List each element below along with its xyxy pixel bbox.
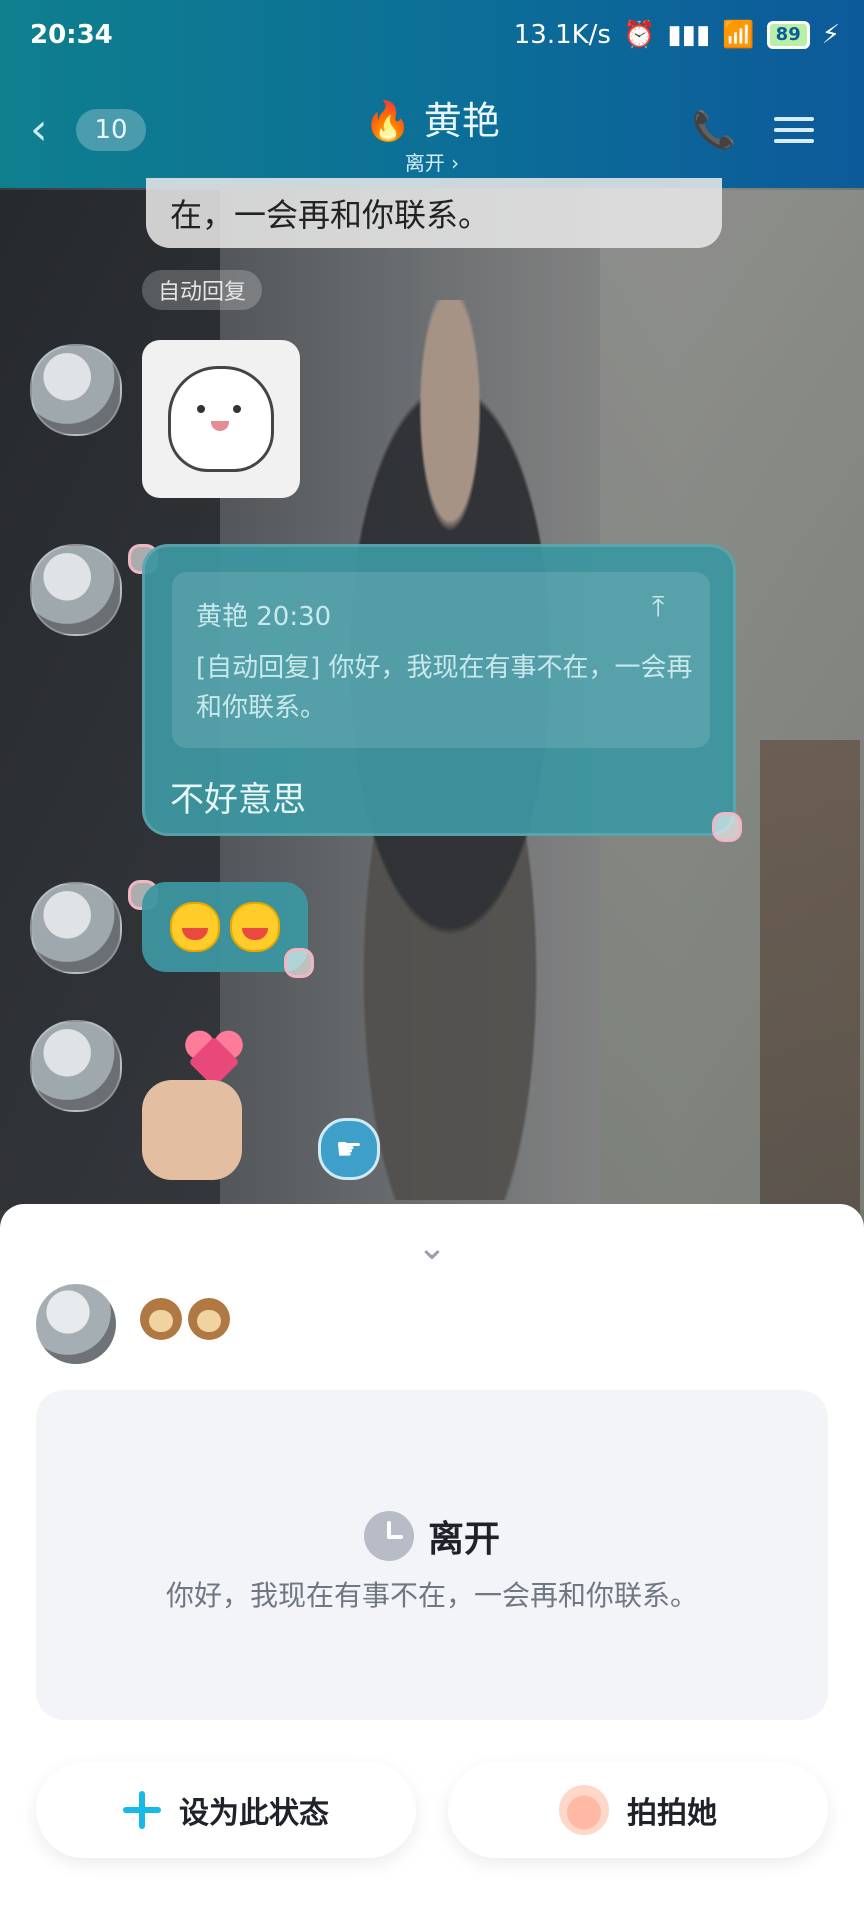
poke-button[interactable]: 拍拍她 [448, 1762, 828, 1858]
status-emoji [140, 1298, 230, 1340]
avatar[interactable] [36, 1284, 116, 1364]
sticker-character-icon [168, 366, 274, 472]
laughing-emoji-icon [230, 902, 280, 952]
plus-icon [123, 1791, 161, 1829]
contact-name: 黄艳 [423, 99, 500, 143]
status-message: 你好，我现在有事不在，一会再和你联系。 [165, 1579, 698, 1612]
clock-icon [363, 1511, 414, 1561]
clap-icon [559, 1785, 609, 1835]
wifi-icon: 📶 [722, 20, 755, 50]
bubble-decoration-icon [284, 948, 314, 978]
sticker-message[interactable] [142, 340, 300, 498]
alarm-icon: ⏰ [622, 20, 656, 50]
phone-icon[interactable]: 📞 [690, 106, 738, 154]
monkey-icon [140, 1298, 182, 1340]
avatar[interactable] [30, 1020, 122, 1112]
monkey-icon [188, 1298, 230, 1340]
status-line: 离开 [0, 1510, 864, 1562]
quote-text: [自动回复] 你好，我现在有事不在，一会再和你联系。 [196, 653, 693, 723]
set-status-label: 设为此状态 [179, 1796, 329, 1831]
finger-heart-sticker[interactable] [140, 1020, 260, 1180]
charging-icon: ⚡ [821, 20, 840, 50]
menu-icon[interactable] [770, 106, 818, 154]
avatar[interactable] [30, 882, 122, 974]
heart-icon [178, 1024, 250, 1084]
status-title: 离开 [427, 1519, 500, 1560]
poke-label: 拍拍她 [627, 1796, 717, 1831]
reply-text: 不好意思 [170, 780, 306, 820]
flame-icon: 🔥 [364, 99, 412, 143]
battery-icon: 89 [766, 21, 810, 49]
signal-icon: ▮▮▮ [667, 20, 711, 50]
quote-sender-time: 黄艳 20:30 [196, 602, 332, 632]
avatar[interactable] [30, 544, 122, 636]
avatar[interactable] [30, 344, 122, 436]
jump-to-original-icon[interactable]: ⤒ [652, 590, 686, 624]
message-bubble[interactable]: 在，一会再和你联系。 [146, 178, 722, 248]
network-speed: 13.1K/s [513, 20, 611, 50]
status-icons: 13.1K/s ⏰ ▮▮▮ 📶 89 ⚡ [514, 20, 840, 50]
set-status-button[interactable]: 设为此状态 [36, 1762, 416, 1858]
poke-icon[interactable]: ☛ [318, 1118, 380, 1180]
collapse-chevron-icon[interactable]: ⌄ [392, 1227, 472, 1268]
bubble-decoration-icon [712, 812, 742, 842]
hand-icon [142, 1080, 242, 1180]
status-time: 20:34 [30, 20, 113, 50]
laughing-emoji-icon [170, 902, 220, 952]
auto-reply-tag: 自动回复 [142, 270, 263, 310]
